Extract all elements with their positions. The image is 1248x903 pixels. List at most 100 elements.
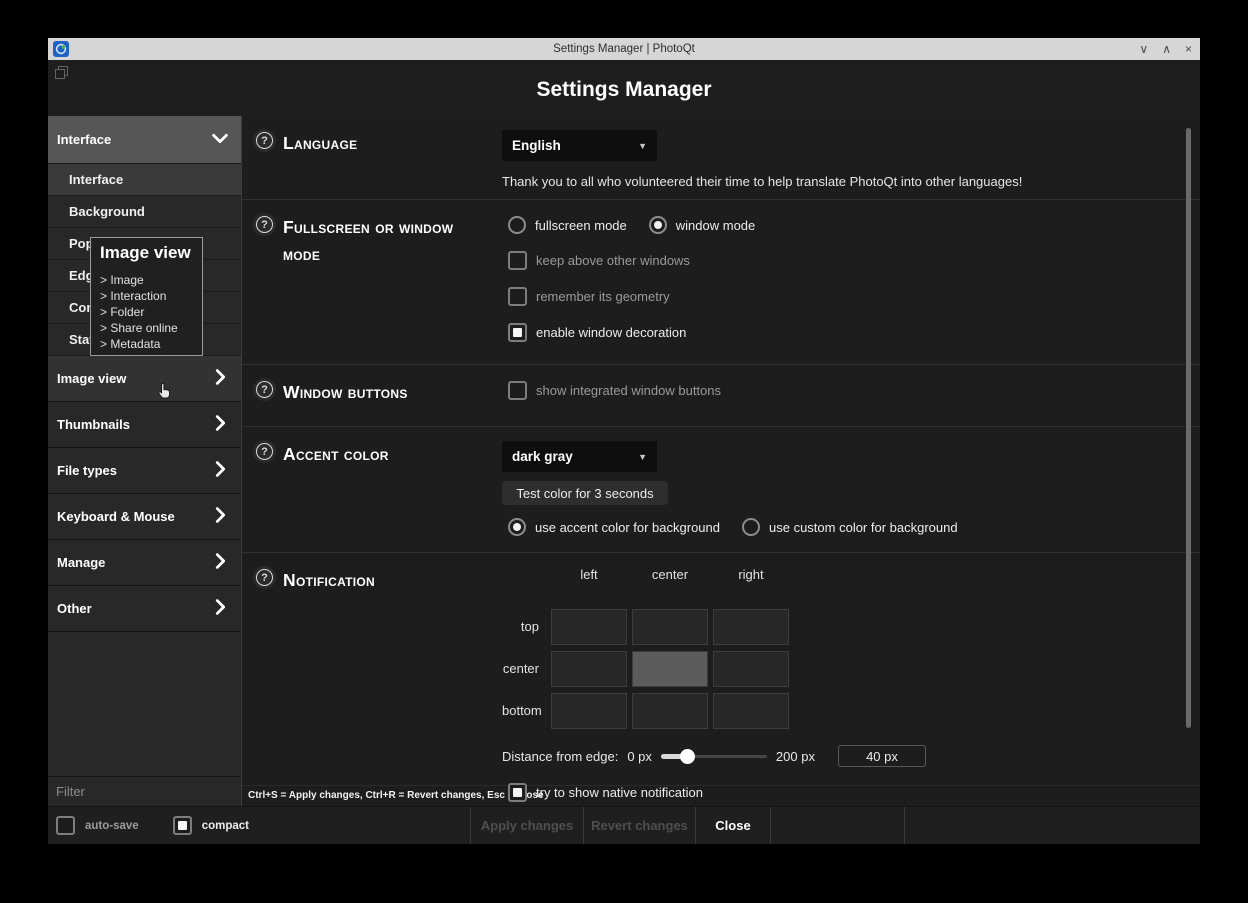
- section-mode: ? Fullscreen or window mode fullscreen m…: [242, 200, 1200, 365]
- sidebar-category-keyboard-mouse[interactable]: Keyboard & Mouse: [48, 494, 241, 540]
- popout-icon[interactable]: [55, 66, 68, 84]
- category-label: Other: [57, 601, 92, 616]
- tooltip-item: > Share online: [100, 320, 202, 336]
- sidebar-category-file-types[interactable]: File types: [48, 448, 241, 494]
- distance-label: Distance from edge:: [502, 749, 618, 764]
- grid-column-header: left: [551, 567, 627, 585]
- translation-note: Thank you to all who volunteered their t…: [502, 174, 1180, 189]
- notification-grid-cell-top-right[interactable]: [713, 609, 789, 645]
- sidebar-subitem-background[interactable]: Background: [48, 196, 241, 228]
- slider-knob[interactable]: [680, 749, 695, 764]
- integrated-window-buttons-checkbox[interactable]: [508, 381, 527, 400]
- native-notification-checkbox[interactable]: [508, 783, 527, 802]
- checkbox-label: auto-save: [85, 820, 139, 832]
- apply-changes-button[interactable]: Apply changes: [470, 807, 583, 844]
- distance-min-label: 0 px: [627, 749, 652, 764]
- checkbox-label: show integrated window buttons: [536, 383, 721, 398]
- notification-grid-cell-top-center[interactable]: [632, 609, 708, 645]
- minimize-icon[interactable]: ∨: [1139, 43, 1148, 55]
- chevron-right-icon: [209, 550, 231, 575]
- chevron-right-icon: [209, 458, 231, 483]
- sidebar-category-interface[interactable]: Interface: [48, 116, 241, 164]
- titlebar: Settings Manager | PhotoQt ∨ ∧ ×: [48, 38, 1200, 60]
- grid-row-header: top: [502, 609, 546, 645]
- tooltip-item: > Folder: [100, 304, 202, 320]
- section-heading: Notification: [283, 567, 481, 781]
- radio-label: use custom color for background: [769, 520, 958, 535]
- help-icon[interactable]: ?: [256, 381, 273, 398]
- window-title: Settings Manager | PhotoQt: [48, 43, 1200, 55]
- notification-grid-cell-center-left[interactable]: [551, 651, 627, 687]
- settings-pane: ? Language English ▼ Thank you to all wh…: [242, 116, 1200, 806]
- custom-background-radio[interactable]: [742, 518, 760, 536]
- grid-column-header: center: [632, 567, 708, 585]
- checkbox-label: compact: [202, 820, 249, 832]
- section-heading: Window buttons: [283, 379, 481, 426]
- window-mode-radio[interactable]: [649, 216, 667, 234]
- window-decoration-checkbox[interactable]: [508, 323, 527, 342]
- sidebar-category-image-view[interactable]: Image view: [48, 356, 241, 402]
- header: Settings Manager: [48, 60, 1200, 116]
- grid-column-header: right: [713, 567, 789, 585]
- distance-value-button[interactable]: 40 px: [838, 745, 926, 767]
- close-icon[interactable]: ×: [1185, 43, 1192, 55]
- category-label: Manage: [57, 555, 105, 570]
- test-color-button[interactable]: Test color for 3 seconds: [502, 481, 668, 505]
- category-label: Interface: [57, 132, 111, 147]
- distance-slider[interactable]: [661, 748, 767, 764]
- dropdown-arrow-icon: ▼: [638, 141, 647, 151]
- help-icon[interactable]: ?: [256, 216, 273, 233]
- notification-grid-cell-bottom-right[interactable]: [713, 693, 789, 729]
- dropdown-arrow-icon: ▼: [638, 452, 647, 462]
- dropdown-value: dark gray: [512, 449, 573, 464]
- accent-color-dropdown[interactable]: dark gray ▼: [502, 441, 657, 472]
- action-buttons: Apply changes Revert changes Close: [470, 807, 905, 844]
- notification-grid-cell-center-center[interactable]: [632, 651, 708, 687]
- sidebar-category-manage[interactable]: Manage: [48, 540, 241, 586]
- filter-input[interactable]: [48, 784, 241, 799]
- help-icon[interactable]: ?: [256, 443, 273, 460]
- notification-grid-cell-bottom-left[interactable]: [551, 693, 627, 729]
- sidebar-category-thumbnails[interactable]: Thumbnails: [48, 402, 241, 448]
- sidebar-category-other[interactable]: Other: [48, 586, 241, 632]
- section-heading: Accent color: [283, 441, 481, 552]
- category-label: File types: [57, 463, 117, 478]
- tooltip-title: Image view: [100, 243, 202, 263]
- tooltip-item: > Metadata: [100, 336, 202, 352]
- notification-grid-cell-center-right[interactable]: [713, 651, 789, 687]
- tooltip-item: > Image: [100, 272, 202, 288]
- radio-label: fullscreen mode: [535, 218, 627, 233]
- accent-background-radio[interactable]: [508, 518, 526, 536]
- help-icon[interactable]: ?: [256, 132, 273, 149]
- remember-geometry-checkbox[interactable]: [508, 287, 527, 306]
- maximize-icon[interactable]: ∧: [1162, 43, 1171, 55]
- checkbox-label: keep above other windows: [536, 253, 690, 268]
- tooltip-item: > Interaction: [100, 288, 202, 304]
- keep-above-checkbox[interactable]: [508, 251, 527, 270]
- close-button[interactable]: Close: [695, 807, 770, 844]
- fullscreen-mode-radio[interactable]: [508, 216, 526, 234]
- bottombar: auto-save compact Apply changes Revert c…: [48, 806, 1200, 844]
- checkbox-label: enable window decoration: [536, 325, 686, 340]
- notification-grid-cell-bottom-center[interactable]: [632, 693, 708, 729]
- revert-changes-button[interactable]: Revert changes: [583, 807, 695, 844]
- sidebar-subitem-interface[interactable]: Interface: [48, 164, 241, 196]
- distance-max-label: 200 px: [776, 749, 815, 764]
- notification-position-grid: left center right top center bottom: [502, 567, 1180, 729]
- sidebar: Interface Interface Background Pop Edg C…: [48, 116, 242, 806]
- auto-save-checkbox[interactable]: [56, 816, 75, 835]
- subitem-label: Background: [69, 204, 145, 219]
- section-heading: Fullscreen or window mode: [283, 214, 481, 364]
- settings-manager-window: Settings Manager | PhotoQt ∨ ∧ × Setting…: [48, 38, 1200, 844]
- vertical-scrollbar[interactable]: [1186, 128, 1191, 728]
- grid-row-header: center: [502, 651, 546, 687]
- compact-checkbox[interactable]: [173, 816, 192, 835]
- category-label: Keyboard & Mouse: [57, 509, 175, 524]
- help-icon[interactable]: ?: [256, 569, 273, 586]
- category-label: Thumbnails: [57, 417, 130, 432]
- checkbox-label: remember its geometry: [536, 289, 670, 304]
- language-dropdown[interactable]: English ▼: [502, 130, 657, 161]
- hand-cursor-icon: [156, 382, 174, 405]
- category-label: Image view: [57, 371, 126, 386]
- notification-grid-cell-top-left[interactable]: [551, 609, 627, 645]
